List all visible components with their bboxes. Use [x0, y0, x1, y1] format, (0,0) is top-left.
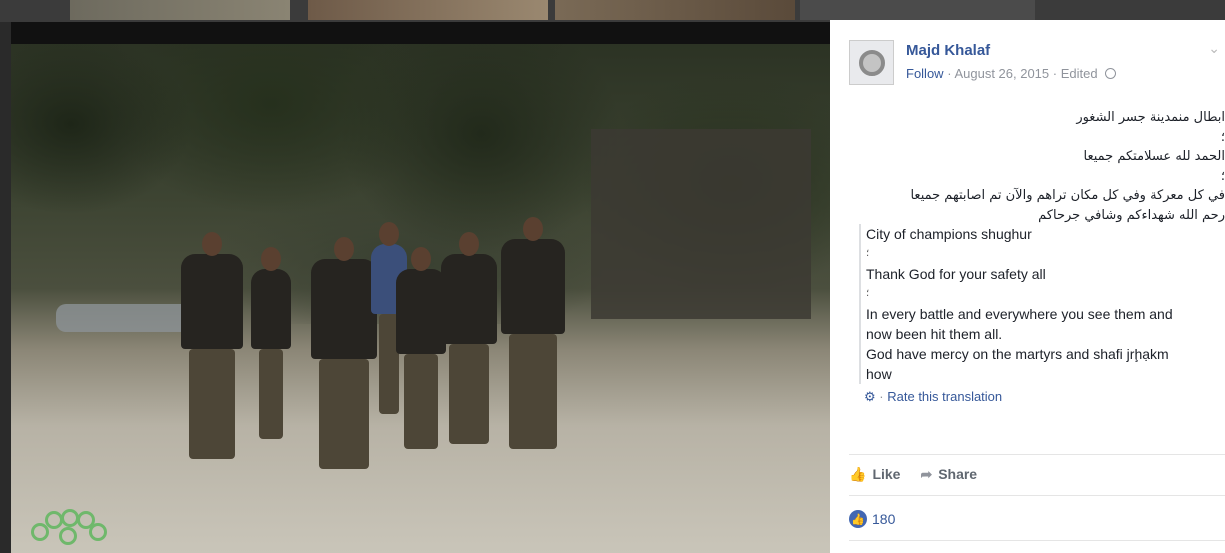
background-feed-strip [0, 0, 1225, 22]
share-label: Share [938, 466, 978, 482]
divider [849, 454, 1225, 455]
photo-viewer-top-bar [11, 22, 830, 44]
photo-wall [591, 129, 811, 319]
post-translation: City of champions shughur ؛ Thank God fo… [859, 224, 1225, 384]
avatar[interactable] [849, 40, 894, 85]
globe-icon [1105, 68, 1117, 79]
original-line: ابطال منمدينة جسر الشغور [1076, 110, 1225, 125]
photo-person [311, 237, 377, 469]
translation-line: ؛ [866, 288, 870, 299]
post-date[interactable]: August 26, 2015 [954, 66, 1049, 81]
like-label: Like [872, 466, 901, 482]
meta-separator: · [1052, 66, 1058, 81]
author-name[interactable]: Majd Khalaf [906, 42, 990, 59]
share-button[interactable]: ➦ Share [920, 466, 977, 483]
translation-line: ؛ [866, 248, 870, 259]
background-thumbnail [800, 0, 1035, 20]
photo-person [441, 232, 497, 444]
original-line: رحم الله شهداءكم وشافي جرحاكم [1038, 207, 1225, 223]
translation-line: now been hit them all. [866, 326, 1003, 342]
post-actions: 👍 Like ➦ Share [849, 466, 977, 483]
translation-line: City of champions shughur [866, 226, 1032, 242]
edited-label[interactable]: Edited [1061, 66, 1098, 81]
original-line: ؛ [1220, 129, 1225, 145]
background-thumbnail [308, 0, 548, 20]
photo-person [251, 247, 291, 439]
original-line: ؛ [1220, 168, 1225, 184]
translation-line: how [866, 366, 892, 382]
reactions-summary[interactable]: 👍 180 [849, 510, 895, 528]
post-meta: Follow · August 26, 2015 · Edited [906, 66, 1117, 81]
photo-person [181, 232, 243, 459]
photo-person [396, 247, 446, 449]
photo-viewer-stage [11, 22, 830, 553]
original-line: في كل معركة وفي كل مكان تراهم والآن تم ا… [910, 188, 1225, 203]
rate-translation-link[interactable]: Rate this translation [887, 389, 1002, 404]
rate-separator: · [879, 389, 884, 404]
like-reaction-icon: 👍 [849, 510, 867, 528]
translation-line: Thank God for your safety all [866, 266, 1046, 282]
avatar-logo-icon [858, 49, 885, 76]
rate-translation[interactable]: ⚙ · Rate this translation [864, 389, 1002, 405]
watermark-logo [31, 509, 109, 553]
follow-link[interactable]: Follow [906, 66, 944, 81]
original-line: الحمد لله عسلامتكم جميعا [1083, 149, 1225, 164]
divider [849, 495, 1225, 496]
like-button[interactable]: 👍 Like [849, 466, 900, 483]
post-original-text: ابطال منمدينة جسر الشغور ؛ الحمد لله عسل… [895, 108, 1225, 225]
background-thumbnail [555, 0, 795, 20]
photo-person [501, 217, 565, 449]
gear-icon: ⚙ [864, 389, 876, 404]
translation-line: God have mercy on the martyrs and shafi … [866, 346, 1169, 362]
reaction-count[interactable]: 180 [872, 511, 895, 527]
thumbs-up-icon: 👍 [849, 466, 867, 482]
post-side-panel: Majd Khalaf Follow · August 26, 2015 · E… [830, 20, 1225, 553]
chevron-down-icon[interactable]: ⌄ [1208, 40, 1220, 57]
post-photo[interactable] [11, 44, 830, 553]
divider [849, 540, 1225, 541]
background-thumbnail [70, 0, 290, 20]
translation-line: In every battle and everywhere you see t… [866, 306, 1173, 322]
share-arrow-icon: ➦ [920, 466, 933, 482]
meta-separator: · [947, 66, 952, 81]
